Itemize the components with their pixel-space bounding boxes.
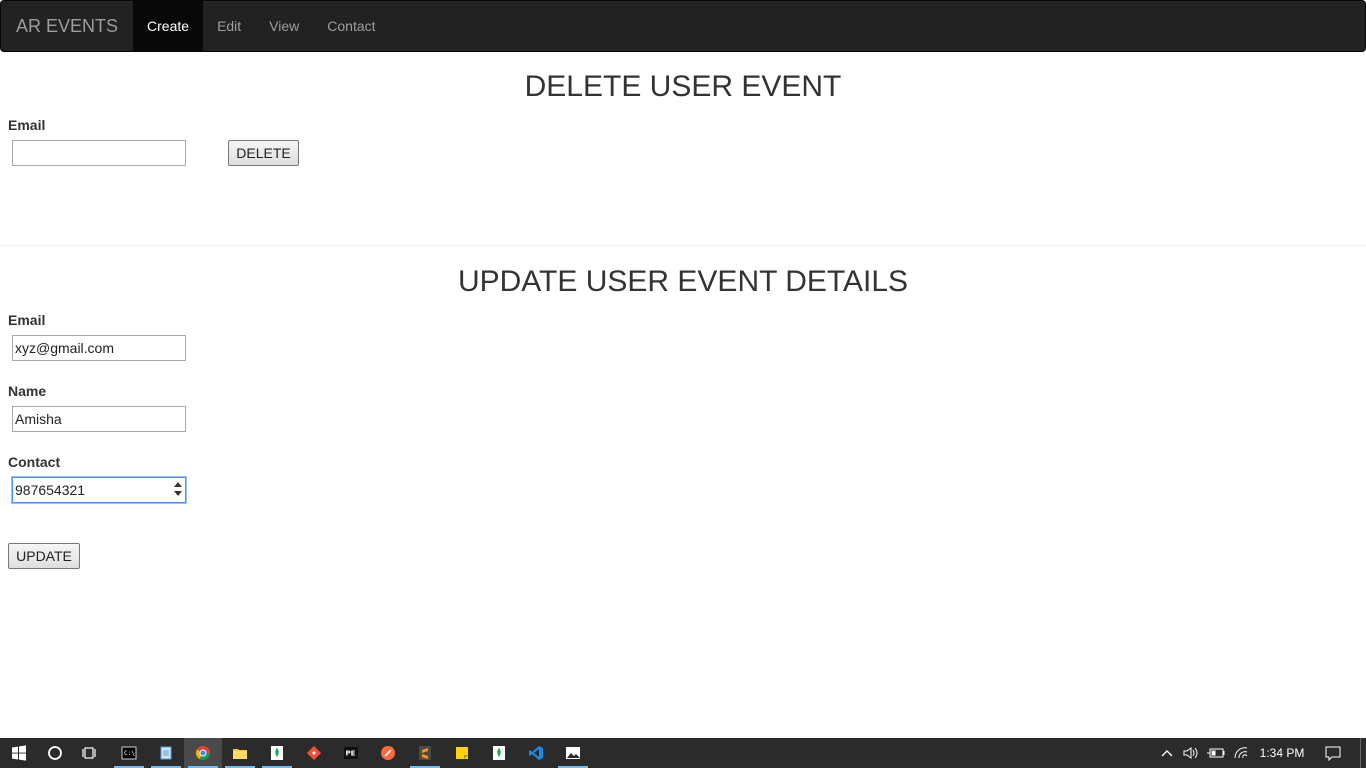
sublime-text-icon[interactable] [406, 738, 444, 768]
update-contact-input[interactable] [12, 477, 186, 503]
delete-button[interactable]: DELETE [228, 140, 299, 166]
number-spinner-icon[interactable] [173, 481, 183, 497]
update-name-label: Name [8, 383, 47, 399]
delete-email-label: Email [8, 117, 46, 133]
pe-icon[interactable]: PE [332, 738, 370, 768]
action-center-icon[interactable] [1318, 738, 1348, 768]
contact-number-field[interactable] [12, 477, 186, 503]
nav-item-view[interactable]: View [255, 1, 313, 51]
svg-text:PE: PE [346, 750, 356, 758]
update-section-title: UPDATE USER EVENT DETAILS [457, 265, 909, 298]
notepad-icon[interactable] [147, 738, 185, 768]
photos-icon[interactable] [554, 738, 592, 768]
start-icon[interactable] [0, 738, 38, 768]
mongodb-compass-icon[interactable] [480, 738, 518, 768]
chrome-icon[interactable] [184, 738, 222, 768]
brand-logo[interactable]: AR EVENTS [1, 1, 133, 51]
wifi-icon[interactable] [1231, 738, 1251, 768]
system-clock[interactable]: 1:34 PM [1254, 738, 1310, 768]
nav-item-edit[interactable]: Edit [203, 1, 255, 51]
nav-item-contact[interactable]: Contact [313, 1, 389, 51]
vscode-icon[interactable] [517, 738, 555, 768]
git-icon[interactable] [295, 738, 333, 768]
update-name-input[interactable] [12, 406, 186, 432]
update-email-label: Email [8, 312, 46, 328]
delete-section-title: DELETE USER EVENT [524, 70, 842, 103]
sticky-notes-icon[interactable] [443, 738, 481, 768]
mongodb-icon[interactable] [258, 738, 296, 768]
cortana-icon[interactable] [36, 738, 74, 768]
chevron-up-icon[interactable] [1158, 738, 1176, 768]
file-explorer-icon[interactable] [221, 738, 259, 768]
update-contact-label: Contact [8, 454, 61, 470]
nav-item-create[interactable]: Create [133, 1, 204, 51]
svg-text:C:\: C:\ [124, 750, 135, 757]
update-button[interactable]: UPDATE [8, 543, 80, 569]
battery-icon[interactable] [1206, 738, 1226, 768]
cmd-icon[interactable]: C:\ [110, 738, 148, 768]
sublime-merge-icon[interactable] [369, 738, 407, 768]
show-desktop-button[interactable] [1360, 738, 1366, 768]
section-divider [0, 245, 1366, 246]
spinner-up-icon[interactable] [174, 482, 182, 487]
top-navbar: AR EVENTS Create Edit View Contact [0, 0, 1366, 52]
update-email-input[interactable] [12, 335, 186, 361]
task-view-icon[interactable] [71, 738, 109, 768]
windows-taskbar: C:\ PE 1:34 PM [0, 738, 1366, 768]
spinner-down-icon[interactable] [174, 491, 182, 496]
volume-icon[interactable] [1181, 738, 1201, 768]
delete-email-input[interactable] [12, 140, 186, 166]
